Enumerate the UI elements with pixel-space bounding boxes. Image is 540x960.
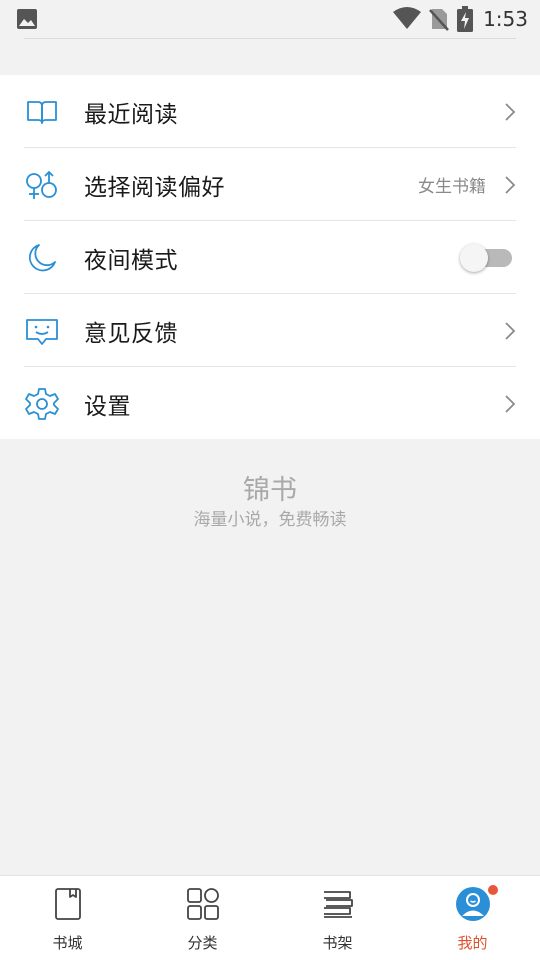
menu-item-label: 意见反馈	[84, 320, 178, 347]
chevron-right-icon	[504, 102, 516, 122]
book-icon	[50, 886, 86, 922]
menu-item-label: 设置	[84, 393, 131, 420]
nav-item-bookshelf[interactable]: 书架	[270, 876, 405, 960]
header-divider	[0, 38, 540, 46]
menu-item-night-mode: 夜间模式	[0, 221, 540, 294]
nav-item-category[interactable]: 分类	[135, 876, 270, 960]
preference-value: 女生书籍	[418, 177, 486, 197]
nav-item-bookstore[interactable]: 书城	[0, 876, 135, 960]
gallery-icon	[16, 8, 38, 30]
clock: 1:53	[483, 7, 528, 31]
nav-item-mine[interactable]: 我的	[405, 876, 540, 960]
menu-item-label: 最近阅读	[84, 101, 178, 128]
gear-icon	[24, 386, 60, 422]
wifi-icon	[393, 7, 422, 31]
notification-badge	[486, 884, 499, 896]
moon-icon	[24, 240, 60, 276]
nav-label: 分类	[187, 934, 218, 952]
nav-label: 书架	[322, 934, 353, 952]
brand-slogan: 海量小说，免费畅读	[193, 510, 347, 530]
menu-item-settings[interactable]: 设置	[0, 367, 540, 440]
menu-item-feedback[interactable]: 意见反馈	[0, 294, 540, 367]
toggle-knob	[460, 243, 488, 272]
profile-icon	[455, 886, 491, 922]
nav-label: 书城	[52, 934, 83, 952]
screen: 1:53 最近阅读 选择阅读偏好 女生书籍 夜间模式 意见反馈 设置 锦书 海量…	[0, 0, 540, 960]
menu-item-recent-reading[interactable]: 最近阅读	[0, 75, 540, 148]
brand-name: 锦书	[243, 475, 297, 506]
chevron-right-icon	[504, 394, 516, 414]
nav-label: 我的	[457, 934, 488, 952]
feedback-icon	[24, 313, 60, 349]
battery-charging-icon	[457, 6, 474, 32]
no-sim-icon	[429, 7, 450, 31]
bookshelf-icon	[320, 886, 356, 922]
menu-item-label: 选择阅读偏好	[84, 174, 225, 201]
status-icons: 1:53	[393, 5, 528, 33]
gender-icon	[24, 167, 60, 203]
status-bar: 1:53	[0, 0, 540, 38]
settings-menu: 最近阅读 选择阅读偏好 女生书籍 夜间模式 意见反馈 设置	[0, 75, 540, 439]
book-open-icon	[24, 94, 60, 130]
grid-icon	[185, 886, 221, 922]
night-mode-toggle[interactable]	[460, 243, 512, 272]
chevron-right-icon	[504, 321, 516, 341]
menu-item-reading-preference[interactable]: 选择阅读偏好 女生书籍	[0, 148, 540, 221]
chevron-right-icon	[504, 175, 516, 195]
bottom-nav: 书城 分类 书架 我的	[0, 875, 540, 960]
menu-item-label: 夜间模式	[84, 247, 178, 274]
